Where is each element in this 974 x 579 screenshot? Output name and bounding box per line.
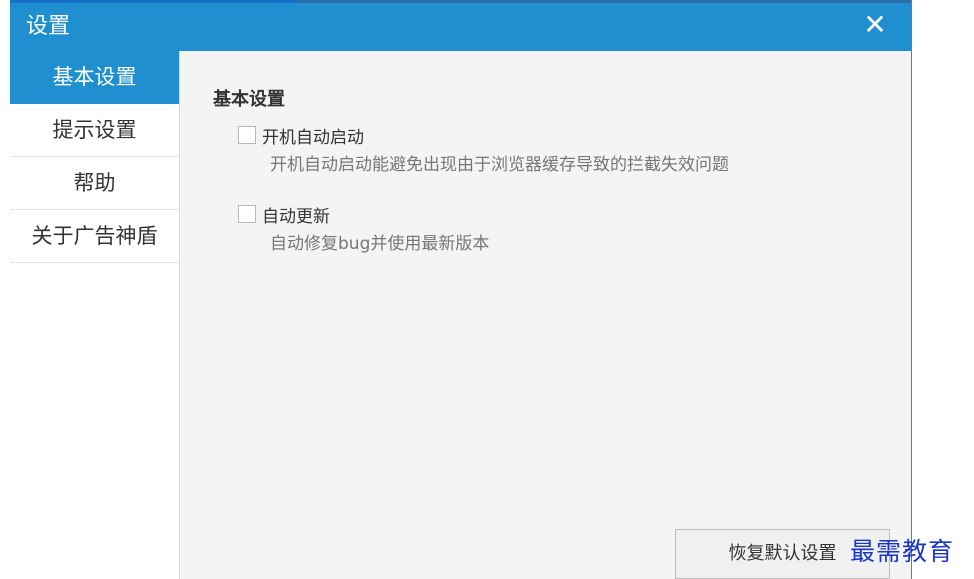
autoupdate-description: 自动修复bug并使用最新版本 [270,234,490,254]
title-bar: 设置 ✕ [10,0,911,51]
option-autostart: 开机自动启动 开机自动启动能避免出现由于浏览器缓存导致的拦截失效问题 [238,122,729,175]
autostart-checkbox[interactable] [238,126,256,144]
option-autoupdate-row: 自动更新 [238,201,489,227]
page: 设置 ✕ 基本设置 提示设置 帮助 关于广告神盾 基本设置 开机自动启动 开机自… [0,0,974,579]
close-icon[interactable]: ✕ [859,7,891,43]
autostart-description: 开机自动启动能避免出现由于浏览器缓存导致的拦截失效问题 [270,155,729,175]
sidebar-item-notification-settings[interactable]: 提示设置 [10,104,179,157]
autostart-label: 开机自动启动 [262,127,364,148]
option-autostart-row: 开机自动启动 [238,122,729,148]
option-autoupdate: 自动更新 自动修复bug并使用最新版本 [238,201,489,254]
sidebar-item-about[interactable]: 关于广告神盾 [10,210,179,263]
autoupdate-label: 自动更新 [262,206,330,227]
settings-dialog: 设置 ✕ 基本设置 提示设置 帮助 关于广告神盾 基本设置 开机自动启动 开机自… [10,0,912,579]
sidebar-item-basic-settings[interactable]: 基本设置 [10,51,179,104]
watermark-text: 最需教育 [850,537,955,566]
sidebar: 基本设置 提示设置 帮助 关于广告神盾 [10,51,180,579]
window-title: 设置 [26,14,71,39]
sidebar-item-help[interactable]: 帮助 [10,157,179,210]
settings-content: 基本设置 开机自动启动 开机自动启动能避免出现由于浏览器缓存导致的拦截失效问题 … [180,51,911,579]
title-accent-bar [10,0,296,3]
autoupdate-checkbox[interactable] [238,205,256,223]
section-title: 基本设置 [213,89,285,110]
